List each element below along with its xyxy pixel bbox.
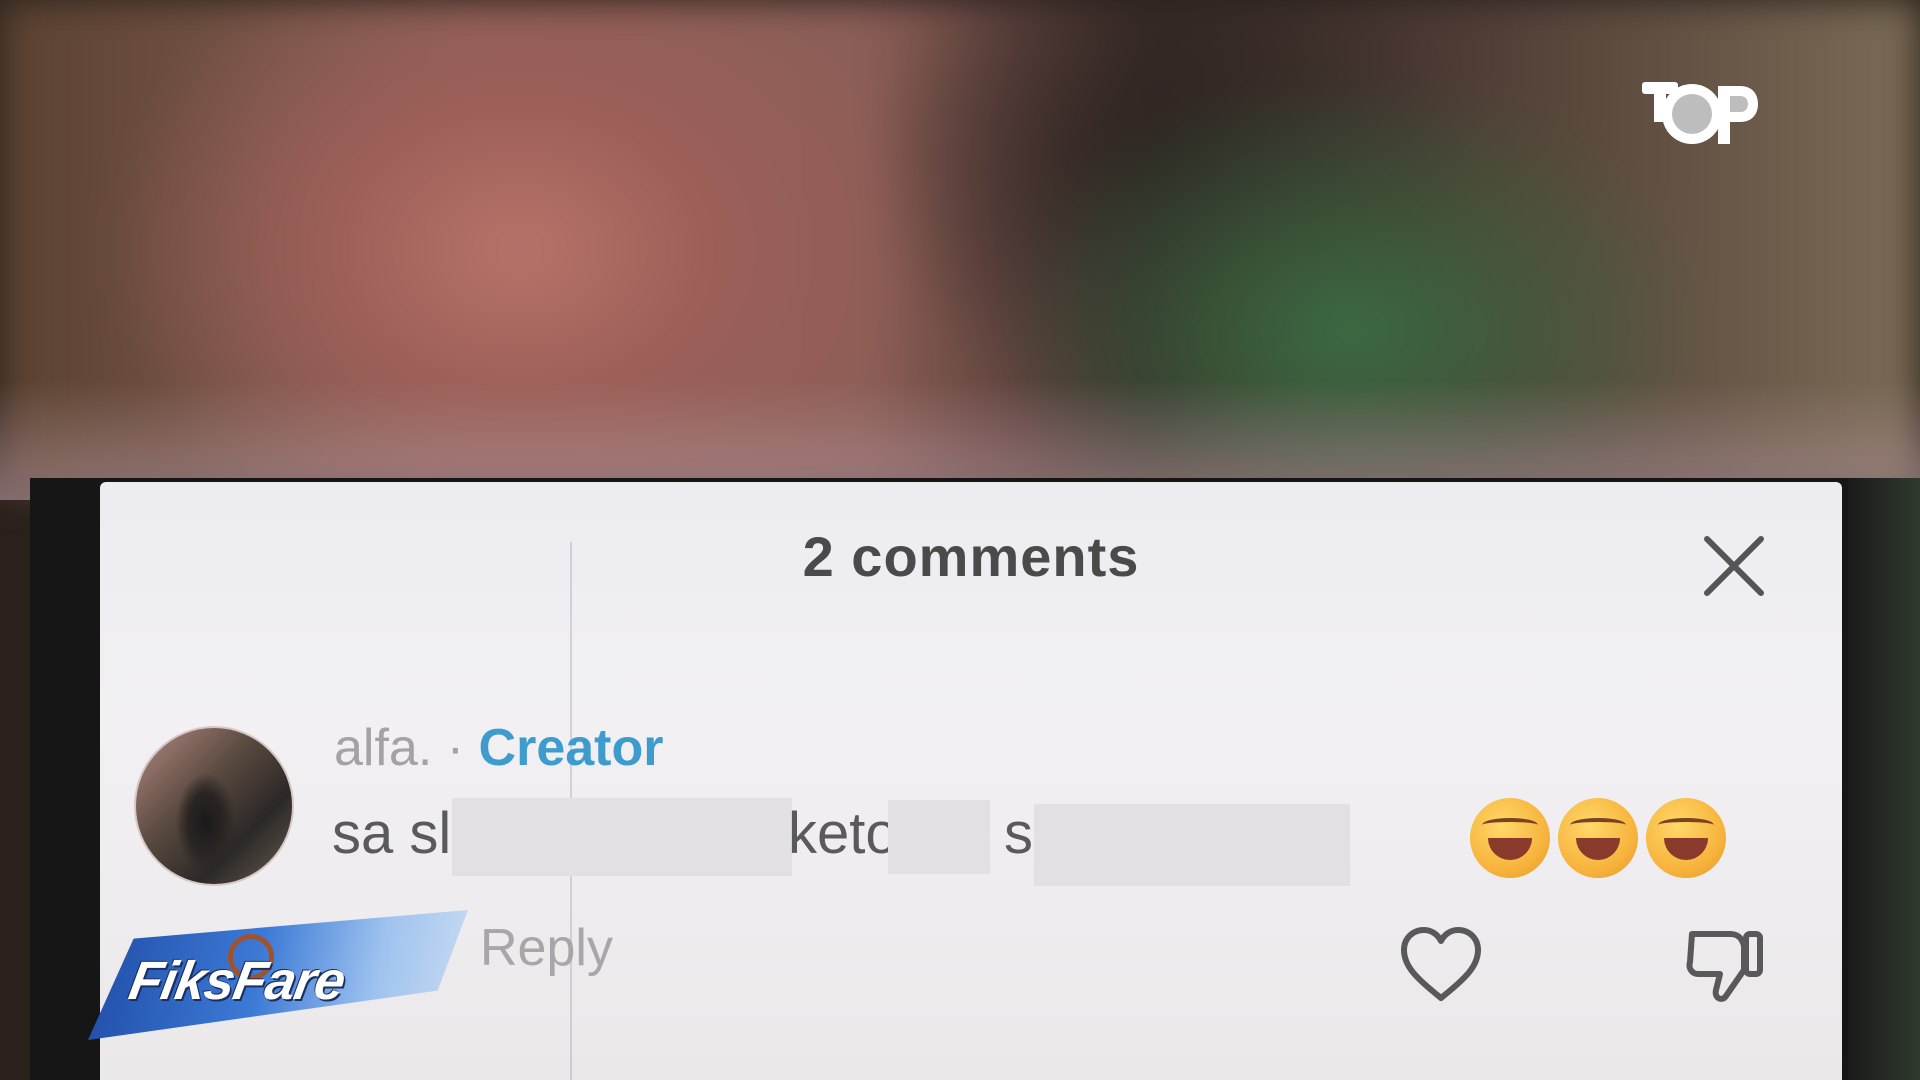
dislike-button[interactable] (1680, 920, 1770, 1010)
redaction-box (888, 800, 990, 874)
thumbs-down-icon (1686, 931, 1763, 1002)
heart-icon (1401, 927, 1481, 1001)
top-channel-logo (1640, 78, 1760, 148)
comment-header: alfa. · Creator (334, 718, 663, 778)
reply-button[interactable]: Reply (480, 918, 613, 978)
laughing-emoji-icon (1470, 798, 1550, 878)
fiksfare-show-logo: FiksFare (88, 910, 468, 1040)
avatar[interactable] (134, 726, 294, 886)
close-button[interactable] (1694, 526, 1774, 606)
redaction-box (1034, 804, 1350, 886)
like-button[interactable] (1396, 920, 1486, 1010)
comment-text-fragment: sa sl (332, 801, 452, 866)
meta-separator: · (446, 719, 465, 777)
laughing-emoji-icon (1558, 798, 1638, 878)
laughing-emoji-icon (1646, 798, 1726, 878)
redaction-box (452, 798, 792, 876)
video-frame: 2 comments alfa. · Creator sa sl keto q … (0, 0, 1920, 1080)
close-icon (1704, 536, 1764, 596)
emoji-reactions (1470, 798, 1726, 878)
show-logo-text: FiksFare (124, 951, 350, 1011)
phone-edge (1848, 478, 1920, 1080)
comment-username[interactable]: alfa. (334, 719, 432, 777)
comment-text-fragment: s (1004, 801, 1033, 866)
comments-count-title: 2 comments (802, 525, 1140, 588)
creator-badge: Creator (478, 719, 664, 777)
